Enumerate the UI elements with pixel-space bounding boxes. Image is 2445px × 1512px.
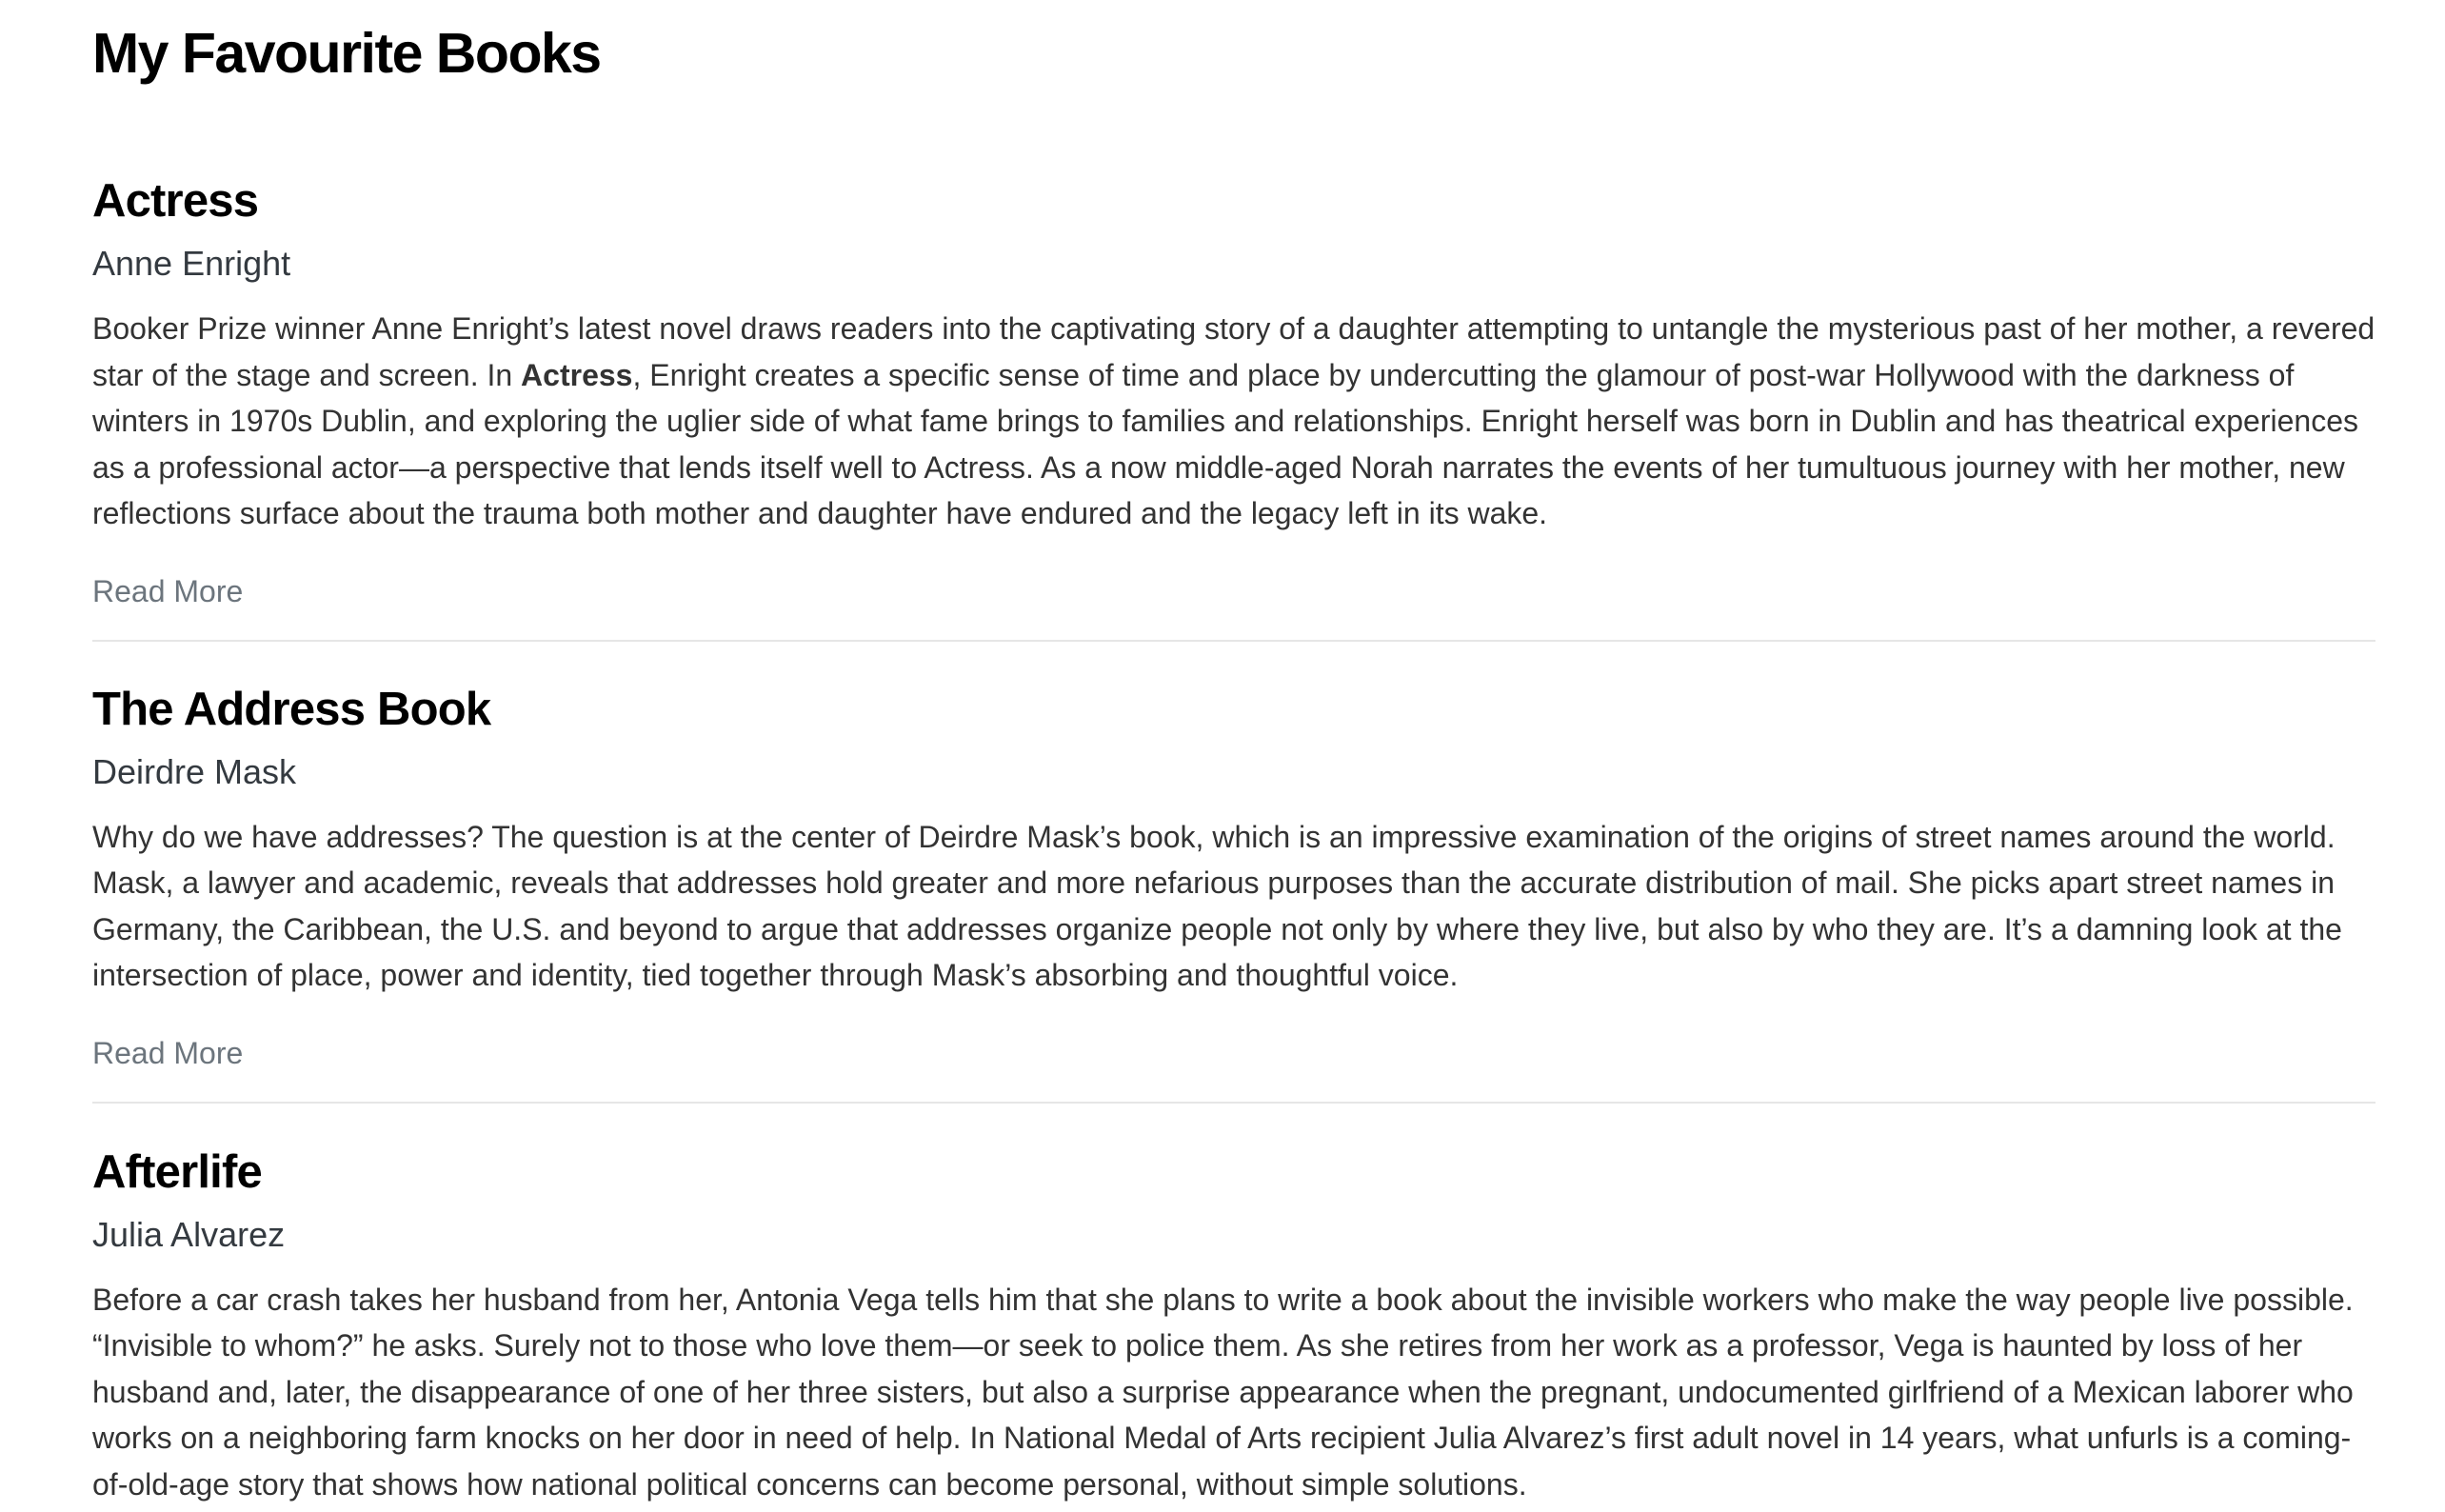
- read-more-link[interactable]: Read More: [92, 572, 243, 610]
- book-author: Anne Enright: [92, 244, 291, 283]
- page-title: My Favourite Books: [92, 22, 602, 85]
- book-description-bold-title: Actress: [521, 357, 633, 392]
- book-author: Deirdre Mask: [92, 751, 297, 791]
- book-description: Before a car crash takes her husband fro…: [92, 1282, 2354, 1502]
- page: My Favourite Books Actress Anne Enright …: [0, 0, 2445, 1512]
- book-title: Afterlife: [92, 1145, 263, 1198]
- book-title: The Address Book: [92, 683, 491, 735]
- book-description: Why do we have addresses? The question i…: [92, 819, 2342, 993]
- book-title: Actress: [92, 175, 259, 227]
- book-entry-actress: Actress Anne Enright Booker Prize winner…: [92, 172, 2375, 640]
- book-entry-the-address-book: The Address Book Deirdre Mask Why do we …: [92, 639, 2375, 1102]
- book-description: Booker Prize winner Anne Enright’s lates…: [92, 306, 2375, 537]
- book-entry-afterlife: Afterlife Julia Alvarez Before a car cra…: [92, 1101, 2375, 1508]
- book-author: Julia Alvarez: [92, 1214, 286, 1254]
- read-more-link[interactable]: Read More: [92, 1034, 243, 1072]
